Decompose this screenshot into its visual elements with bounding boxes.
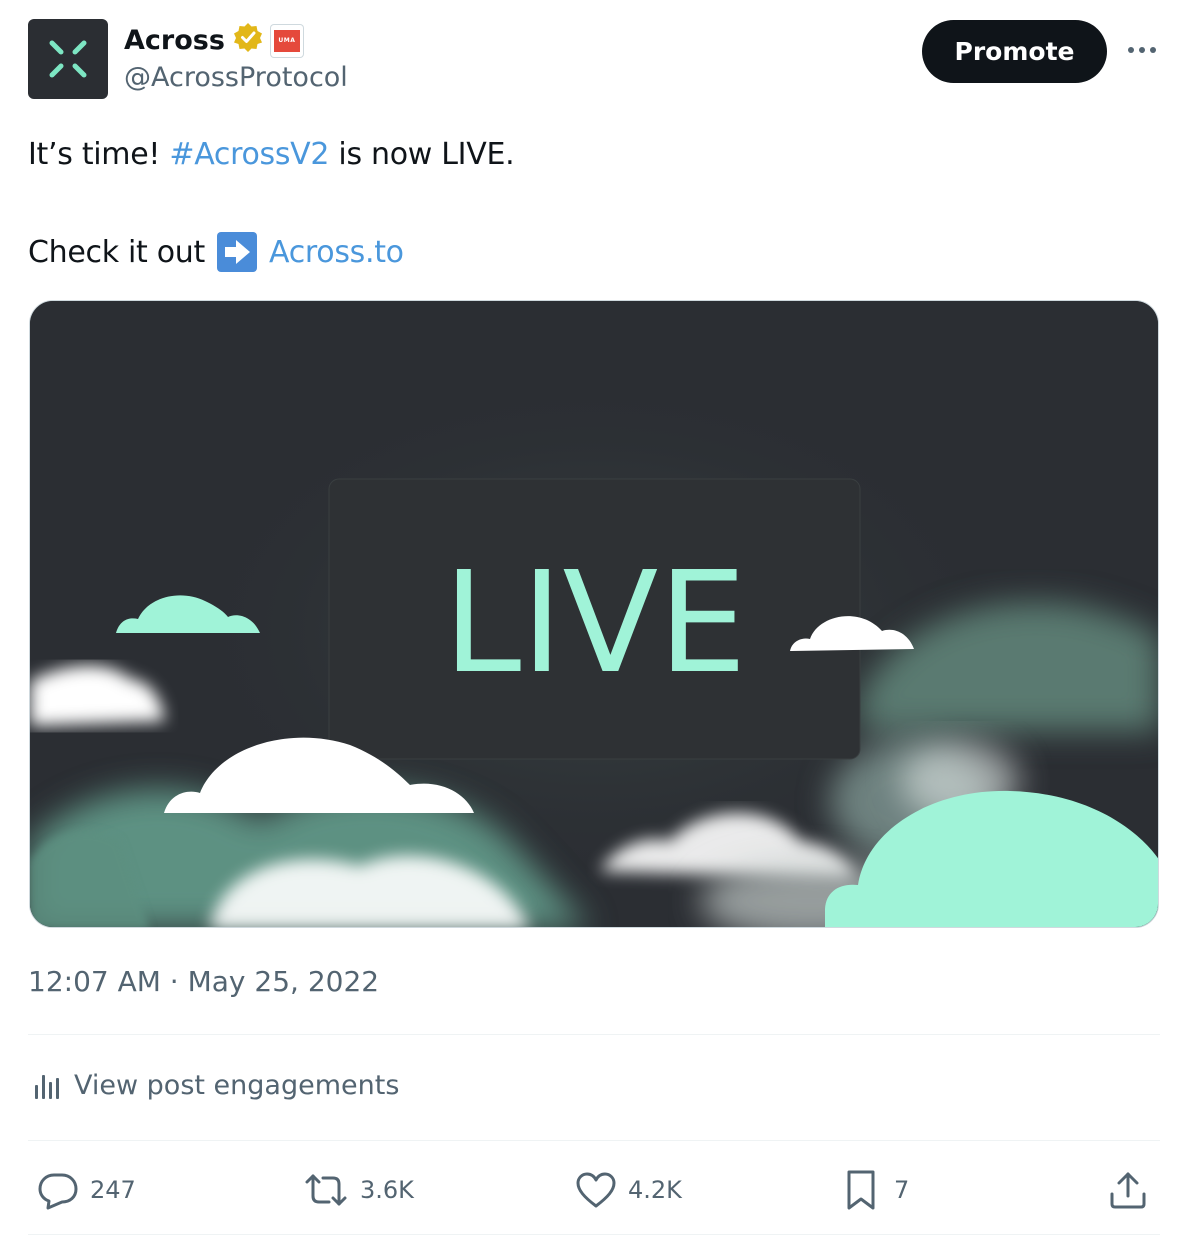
repost-button[interactable]: 3.6K: [302, 1166, 414, 1214]
tweet-time-link[interactable]: 12:07 AM: [28, 965, 161, 998]
across-website-link[interactable]: Across.to: [269, 235, 404, 270]
author-handle[interactable]: @AcrossProtocol: [124, 62, 348, 93]
view-post-engagements-label: View post engagements: [74, 1070, 400, 1101]
live-announcement-image: LIVE: [30, 301, 1158, 927]
like-count: 4.2K: [628, 1176, 682, 1204]
bookmark-count: 7: [894, 1176, 910, 1204]
heart-icon: [576, 1172, 616, 1208]
bookmark-icon: [847, 1170, 875, 1210]
tweet-text-line-2: Check it out Across.to: [28, 232, 404, 272]
affiliate-badge-label: UMA: [273, 29, 300, 52]
analytics-bars-icon: [35, 1074, 59, 1099]
live-headline: LIVE: [443, 542, 747, 705]
author-name[interactable]: Across: [124, 25, 225, 56]
repost-icon: [305, 1174, 347, 1206]
tweet-text-intro: It’s time!: [28, 137, 170, 172]
tweet-timestamp: 12:07 AM · May 25, 2022: [28, 965, 379, 998]
affiliate-badge-icon[interactable]: UMA: [270, 24, 303, 57]
hashtag-link[interactable]: #AcrossV2: [169, 137, 329, 172]
bookmark-button[interactable]: 7: [840, 1166, 909, 1214]
share-icon: [1110, 1172, 1146, 1209]
more-options-icon[interactable]: [1126, 38, 1158, 62]
author-name-row[interactable]: Across UMA: [124, 22, 303, 59]
reply-count: 247: [90, 1176, 136, 1204]
tweet-date-link[interactable]: May 25, 2022: [188, 965, 379, 998]
across-logo-icon: [49, 40, 87, 78]
repost-count: 3.6K: [360, 1176, 414, 1204]
profile-avatar[interactable]: [28, 19, 108, 99]
tweet-text-live: is now LIVE.: [329, 137, 515, 172]
share-button[interactable]: [1106, 1166, 1150, 1214]
tweet-text-checkout: Check it out: [28, 234, 205, 270]
reply-button[interactable]: 247: [36, 1166, 136, 1214]
divider: [28, 1034, 1160, 1035]
tweet-text-line-1: It’s time! #AcrossV2 is now LIVE.: [28, 137, 515, 172]
like-button[interactable]: 4.2K: [574, 1166, 682, 1214]
divider: [28, 1234, 1160, 1235]
divider: [28, 1140, 1160, 1141]
right-arrow-emoji-icon: [217, 232, 257, 272]
verified-gold-badge-icon[interactable]: [233, 22, 263, 59]
view-post-engagements[interactable]: View post engagements: [32, 1070, 399, 1101]
promote-button[interactable]: Promote: [922, 20, 1107, 83]
reply-icon: [38, 1173, 78, 1210]
timestamp-separator: ·: [160, 965, 188, 998]
tweet-media-image[interactable]: LIVE: [29, 300, 1159, 928]
